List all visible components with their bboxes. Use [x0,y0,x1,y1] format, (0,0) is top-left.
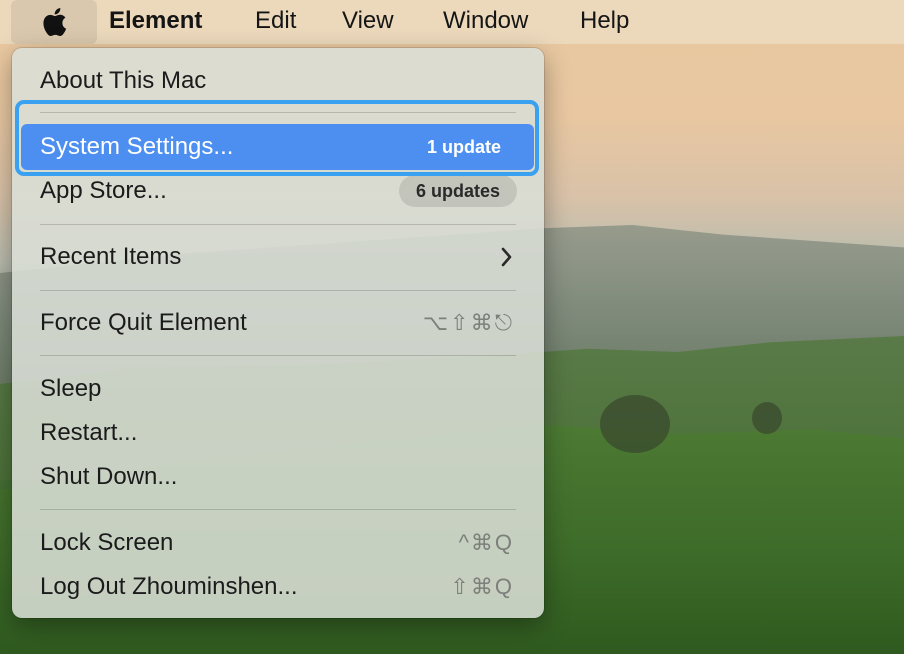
menu-item-log-out[interactable]: Log Out Zhouminshen... [40,572,297,602]
menu-separator [40,509,516,510]
force-quit-shortcut: ⌥⇧⌘⎋ [422,310,514,335]
system-settings-update-badge: 1 update [426,137,501,157]
menu-help[interactable]: Help [580,0,629,44]
menu-bar: Element Edit View Window Help [0,0,904,44]
log-out-shortcut: ⇧⌘Q [450,574,514,599]
menu-item-label: Recent Items [40,243,182,270]
menu-separator [40,355,516,356]
menu-item-sleep[interactable]: Sleep [40,374,101,404]
menu-item-shut-down[interactable]: Shut Down... [40,462,177,492]
menu-item-label: App Store... [40,177,167,204]
menu-item-system-settings[interactable]: System Settings... 1 update [21,124,534,170]
menu-item-label: Log Out Zhouminshen... [40,573,298,600]
apple-logo-icon [43,8,67,37]
wallpaper-tree [752,402,782,434]
apple-menu-button[interactable] [11,0,97,44]
menu-item-lock-screen[interactable]: Lock Screen [40,528,173,558]
menu-separator [40,290,516,291]
menu-item-app-store[interactable]: App Store... [40,176,167,206]
menu-item-label: Force Quit Element [40,309,247,336]
menu-edit[interactable]: Edit [255,0,296,44]
menu-item-restart[interactable]: Restart... [40,418,137,448]
menu-window[interactable]: Window [443,0,528,44]
wallpaper-tree [600,395,670,453]
menu-view[interactable]: View [342,0,394,44]
menu-item-force-quit[interactable]: Force Quit Element [40,308,247,338]
menu-item-label: System Settings... [40,133,234,160]
menu-item-label: Lock Screen [40,529,174,556]
chevron-right-icon [501,247,512,267]
menu-item-recent-items[interactable]: Recent Items [40,242,181,272]
app-store-update-badge: 6 updates [398,175,517,207]
lock-screen-shortcut: ^⌘Q [458,530,514,555]
menu-separator [40,224,516,225]
menu-element[interactable]: Element [109,0,202,44]
menu-item-about-this-mac[interactable]: About This Mac [40,66,206,96]
